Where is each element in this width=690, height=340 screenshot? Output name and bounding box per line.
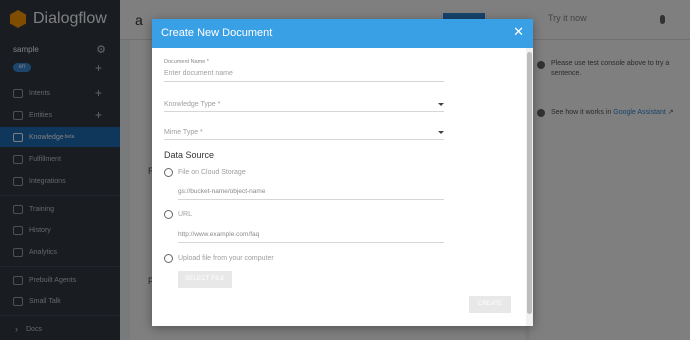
url-label: URL	[178, 211, 193, 218]
chevron-down-icon[interactable]	[438, 131, 444, 134]
document-name-label: Document Name *	[164, 59, 209, 65]
dialog-title: Create New Document	[161, 27, 273, 39]
close-icon[interactable]: ✕	[513, 25, 524, 38]
document-name-input[interactable]: Enter document name	[164, 70, 233, 77]
cloud-storage-underline	[178, 199, 444, 200]
url-input[interactable]: http://www.example.com/faq	[178, 231, 259, 238]
dialog-header: Create New Document ✕	[152, 19, 533, 48]
mime-type-select[interactable]: Mime Type *	[164, 129, 203, 136]
url-underline	[178, 242, 444, 243]
radio-cloud-storage[interactable]	[164, 168, 173, 177]
knowledge-type-underline	[164, 111, 444, 112]
scrollbar-thumb[interactable]	[527, 52, 532, 314]
select-file-button[interactable]: SELECT FILE	[178, 271, 232, 288]
create-button[interactable]: CREATE	[469, 296, 511, 313]
upload-label: Upload file from your computer	[178, 255, 274, 262]
data-source-title: Data Source	[164, 150, 215, 160]
document-name-underline	[164, 81, 444, 82]
chevron-down-icon[interactable]	[438, 103, 444, 106]
cloud-storage-input[interactable]: gs://bucket-name/object-name	[178, 188, 265, 195]
radio-upload[interactable]	[164, 254, 173, 263]
create-document-dialog: Create New Document ✕ Document Name * En…	[152, 19, 533, 326]
cloud-storage-label: File on Cloud Storage	[178, 169, 246, 176]
knowledge-type-select[interactable]: Knowledge Type *	[164, 101, 220, 108]
radio-url[interactable]	[164, 210, 173, 219]
mime-type-underline	[164, 139, 444, 140]
